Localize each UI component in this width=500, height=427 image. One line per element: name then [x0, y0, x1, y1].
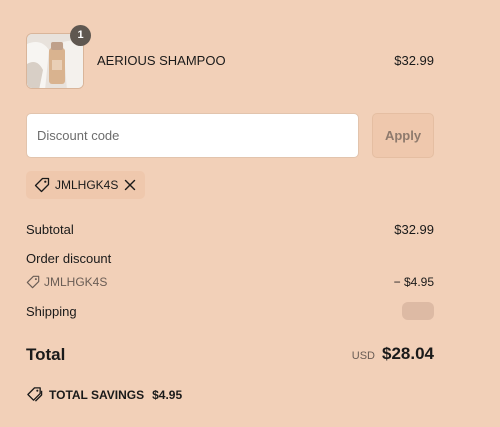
product-price: $32.99 [394, 53, 434, 68]
total-savings: TOTAL SAVINGS $4.95 [26, 386, 182, 403]
close-icon[interactable] [124, 179, 136, 191]
product-name: AERIOUS SHAMPOO [97, 53, 226, 68]
total-currency: USD [351, 350, 375, 362]
order-discount-label: Order discount [26, 251, 112, 266]
total-amount: $28.04 [382, 344, 434, 363]
total-savings-label: TOTAL SAVINGS [49, 387, 145, 402]
tags-icon [27, 387, 43, 402]
applied-discount-tag: JMLHGK4S [26, 171, 145, 199]
total-value: USD $28.04 [352, 344, 434, 364]
shipping-label: Shipping [26, 304, 77, 319]
discount-code-input[interactable] [26, 113, 359, 158]
line-item: 1 AERIOUS SHAMPOO $32.99 [26, 25, 434, 89]
subtotal-value: $32.99 [394, 222, 434, 237]
apply-button[interactable]: Apply [372, 113, 434, 158]
shipping-value-placeholder [402, 302, 434, 320]
quantity-badge: 1 [70, 25, 91, 46]
applied-discount-code: JMLHGK4S [55, 178, 119, 192]
order-summary: 1 AERIOUS SHAMPOO $32.99 Apply JMLHGK4S … [0, 0, 500, 427]
order-discount-amount: − $4.95 [393, 275, 434, 289]
order-discount-code: JMLHGK4S [26, 275, 107, 289]
subtotal-label: Subtotal [26, 222, 74, 237]
total-label: Total [26, 345, 66, 364]
tag-icon [26, 275, 40, 289]
order-discount-code-text: JMLHGK4S [44, 275, 108, 289]
tag-icon [34, 177, 50, 193]
total-savings-amount: $4.95 [152, 387, 183, 402]
